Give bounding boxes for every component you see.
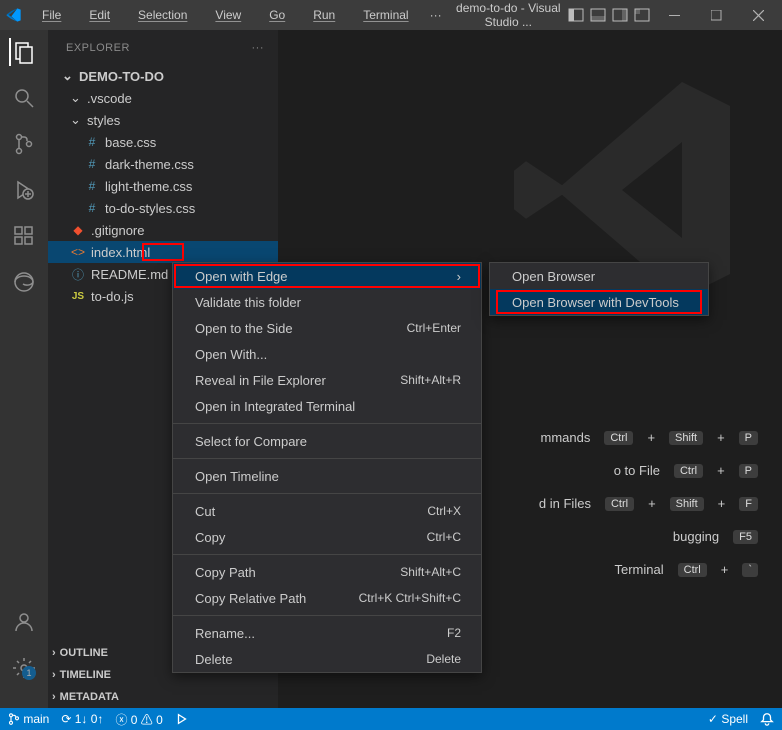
spell-indicator[interactable]: ✓ Spell [708,712,748,726]
vscode-logo-icon [6,7,22,23]
settings-icon[interactable]: 1 [10,654,38,682]
close-button[interactable] [740,0,776,30]
menu-view[interactable]: View [201,4,255,26]
folder-vscode[interactable]: ⌄.vscode [48,87,278,109]
gs-label: bugging [673,529,719,544]
project-root[interactable]: ⌄DEMO-TO-DO [48,65,278,87]
search-icon[interactable] [10,84,38,112]
ctx-open-with-[interactable]: Open With... [173,341,481,367]
menu-more[interactable]: ··· [423,4,449,26]
notifications-icon[interactable] [760,712,774,726]
activitybar: 1 [0,30,48,708]
folder-styles[interactable]: ⌄styles [48,109,278,131]
ctx-open-browser[interactable]: Open Browser [490,263,708,289]
ctx-copy[interactable]: CopyCtrl+C [173,524,481,550]
menu-terminal[interactable]: Terminal [349,4,422,26]
ctx-open-browser-with-devtools[interactable]: Open Browser with DevTools [490,289,708,315]
file-dark-theme-css[interactable]: #dark-theme.css [48,153,278,175]
sync-indicator[interactable]: ⟳ 1↓ 0↑ [61,712,103,726]
ctx-select-for-compare[interactable]: Select for Compare [173,428,481,454]
getting-started: mmandsCtrl+Shift+P o to FileCtrl+P d in … [539,430,758,595]
metadata-section[interactable]: ›METADATA [48,686,278,708]
minimize-button[interactable] [656,0,692,30]
file-gitignore[interactable]: ◆.gitignore [48,219,278,241]
menu-run[interactable]: Run [299,4,349,26]
ctx-copy-relative-path[interactable]: Copy Relative PathCtrl+K Ctrl+Shift+C [173,585,481,611]
explorer-icon[interactable] [9,38,37,66]
context-menu: Open with Edge›Validate this folderOpen … [172,262,482,673]
file-todo-styles-css[interactable]: #to-do-styles.css [48,197,278,219]
explorer-more-icon[interactable]: ··· [252,42,265,54]
account-icon[interactable] [10,608,38,636]
titlebar: File Edit Selection View Go Run Terminal… [0,0,782,30]
gs-label: mmands [540,430,590,445]
layout-customize-icon[interactable] [634,7,650,23]
explorer-title: EXPLORER [66,42,130,54]
extensions-icon[interactable] [10,222,38,250]
menu-selection[interactable]: Selection [124,4,201,26]
debug-start-icon[interactable] [175,712,189,726]
layout-right-icon[interactable] [612,7,628,23]
edge-icon[interactable] [10,268,38,296]
problems-indicator[interactable]: ⓧ 0 ⚠ 0 [115,711,162,728]
layout-primary-icon[interactable] [568,7,584,23]
gs-label: o to File [614,463,660,478]
gs-label: Terminal [615,562,664,577]
ctx-open-timeline[interactable]: Open Timeline [173,463,481,489]
file-base-css[interactable]: #base.css [48,131,278,153]
layout-bottom-icon[interactable] [590,7,606,23]
ctx-open-with-edge[interactable]: Open with Edge› [173,263,481,289]
ctx-reveal-in-file-explorer[interactable]: Reveal in File ExplorerShift+Alt+R [173,367,481,393]
file-light-theme-css[interactable]: #light-theme.css [48,175,278,197]
menu-go[interactable]: Go [255,4,299,26]
settings-badge: 1 [22,666,36,680]
file-index-html[interactable]: <>index.html [48,241,278,263]
menu-edit[interactable]: Edit [75,4,124,26]
statusbar: main ⟳ 1↓ 0↑ ⓧ 0 ⚠ 0 ✓ Spell [0,708,782,730]
menubar: File Edit Selection View Go Run Terminal… [28,4,449,26]
run-debug-icon[interactable] [10,176,38,204]
menu-file[interactable]: File [28,4,75,26]
ctx-validate-this-folder[interactable]: Validate this folder [173,289,481,315]
ctx-open-to-the-side[interactable]: Open to the SideCtrl+Enter [173,315,481,341]
context-submenu: Open BrowserOpen Browser with DevTools [489,262,709,316]
ctx-copy-path[interactable]: Copy PathShift+Alt+C [173,559,481,585]
ctx-cut[interactable]: CutCtrl+X [173,498,481,524]
maximize-button[interactable] [698,0,734,30]
ctx-delete[interactable]: DeleteDelete [173,646,481,672]
ctx-open-in-integrated-terminal[interactable]: Open in Integrated Terminal [173,393,481,419]
branch-indicator[interactable]: main [8,712,49,726]
gs-label: d in Files [539,496,591,511]
window-title: demo-to-do - Visual Studio ... [449,1,568,29]
ctx-rename-[interactable]: Rename...F2 [173,620,481,646]
source-control-icon[interactable] [10,130,38,158]
